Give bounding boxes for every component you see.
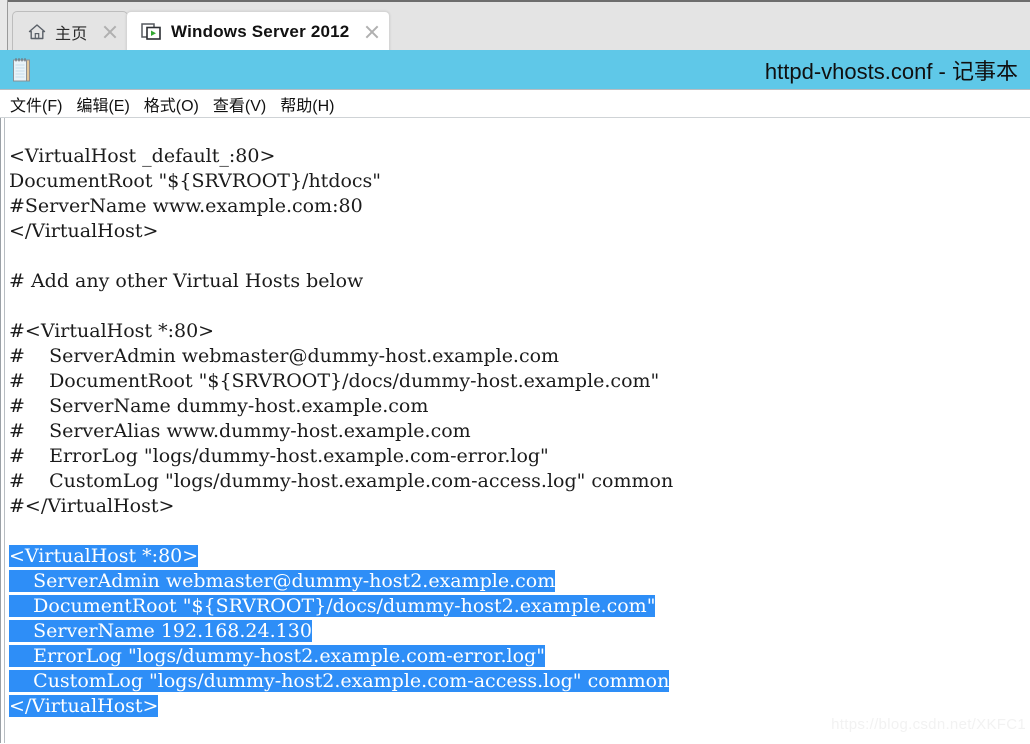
document-line: DocumentRoot "${SRVROOT}/htdocs" bbox=[9, 170, 382, 192]
document-line: #</VirtualHost> bbox=[9, 495, 175, 517]
document-line: ServerAdmin webmaster@dummy-host2.exampl… bbox=[9, 569, 1030, 594]
selected-text: ServerName 192.168.24.130 bbox=[9, 620, 312, 642]
notepad-title-text: httpd-vhosts.conf - 记事本 bbox=[764, 58, 1018, 84]
home-icon bbox=[27, 22, 47, 42]
selected-text: DocumentRoot "${SRVROOT}/docs/dummy-host… bbox=[9, 595, 656, 617]
tab-bar: 主页 Windows Server 2012 bbox=[8, 0, 1030, 52]
selected-text: ServerAdmin webmaster@dummy-host2.exampl… bbox=[9, 570, 556, 592]
menu-file[interactable]: 文件(F) bbox=[10, 92, 62, 116]
document-line: # ServerAlias www.dummy-host.example.com bbox=[9, 420, 471, 442]
tab-windows-server-2012-label: Windows Server 2012 bbox=[171, 22, 350, 41]
document-line: # Add any other Virtual Hosts below bbox=[9, 270, 364, 292]
selected-text: </VirtualHost> bbox=[9, 695, 159, 717]
tab-windows-server-2012[interactable]: Windows Server 2012 bbox=[126, 11, 391, 52]
document-line: # CustomLog "logs/dummy-host.example.com… bbox=[9, 470, 674, 492]
tab-home-label: 主页 bbox=[55, 26, 88, 43]
document-line: ServerName 192.168.24.130 bbox=[9, 619, 1030, 644]
notepad-title-bar[interactable]: httpd-vhosts.conf - 记事本 bbox=[0, 50, 1030, 90]
document-line: ErrorLog "logs/dummy-host2.example.com-e… bbox=[9, 644, 1030, 669]
remote-desktop-icon bbox=[141, 22, 163, 42]
notepad-menu-bar: 文件(F) 编辑(E) 格式(O) 查看(V) 帮助(H) bbox=[0, 90, 1030, 118]
notepad-window: httpd-vhosts.conf - 记事本 文件(F) 编辑(E) 格式(O… bbox=[0, 50, 1030, 744]
document-line: </VirtualHost> bbox=[9, 220, 159, 242]
menu-format[interactable]: 格式(O) bbox=[144, 92, 199, 116]
document-line: # DocumentRoot "${SRVROOT}/docs/dummy-ho… bbox=[9, 370, 660, 392]
document-line: #ServerName www.example.com:80 bbox=[9, 195, 363, 217]
document-text[interactable]: <VirtualHost _default_:80> DocumentRoot "… bbox=[9, 144, 1030, 719]
tab-home[interactable]: 主页 bbox=[12, 11, 129, 52]
document-line: # ServerName dummy-host.example.com bbox=[9, 395, 429, 417]
close-icon[interactable] bbox=[363, 23, 381, 41]
document-line: # ServerAdmin webmaster@dummy-host.examp… bbox=[9, 345, 560, 367]
document-line: <VirtualHost *:80> bbox=[9, 544, 1030, 569]
selected-text: ErrorLog "logs/dummy-host2.example.com-e… bbox=[9, 645, 545, 667]
menu-view[interactable]: 查看(V) bbox=[213, 92, 266, 116]
document-line: CustomLog "logs/dummy-host2.example.com-… bbox=[9, 669, 1030, 694]
document-line: <VirtualHost _default_:80> bbox=[9, 145, 276, 167]
close-icon[interactable] bbox=[101, 23, 119, 41]
selected-text: <VirtualHost *:80> bbox=[9, 545, 199, 567]
window-left-edge bbox=[0, 0, 8, 50]
app-root: 主页 Windows Server 2012 httpd-vhosts.conf… bbox=[0, 0, 1030, 744]
notepad-icon bbox=[10, 57, 34, 83]
document-line: DocumentRoot "${SRVROOT}/docs/dummy-host… bbox=[9, 594, 1030, 619]
document-line: # ErrorLog "logs/dummy-host.example.com-… bbox=[9, 445, 549, 467]
menu-help[interactable]: 帮助(H) bbox=[280, 92, 334, 116]
selected-text: CustomLog "logs/dummy-host2.example.com-… bbox=[9, 670, 670, 692]
notepad-text-area[interactable]: <VirtualHost _default_:80> DocumentRoot "… bbox=[0, 118, 1030, 743]
document-line: #<VirtualHost *:80> bbox=[9, 320, 215, 342]
watermark: https://blog.csdn.net/XKFC1 bbox=[831, 716, 1026, 733]
menu-edit[interactable]: 编辑(E) bbox=[76, 92, 129, 116]
